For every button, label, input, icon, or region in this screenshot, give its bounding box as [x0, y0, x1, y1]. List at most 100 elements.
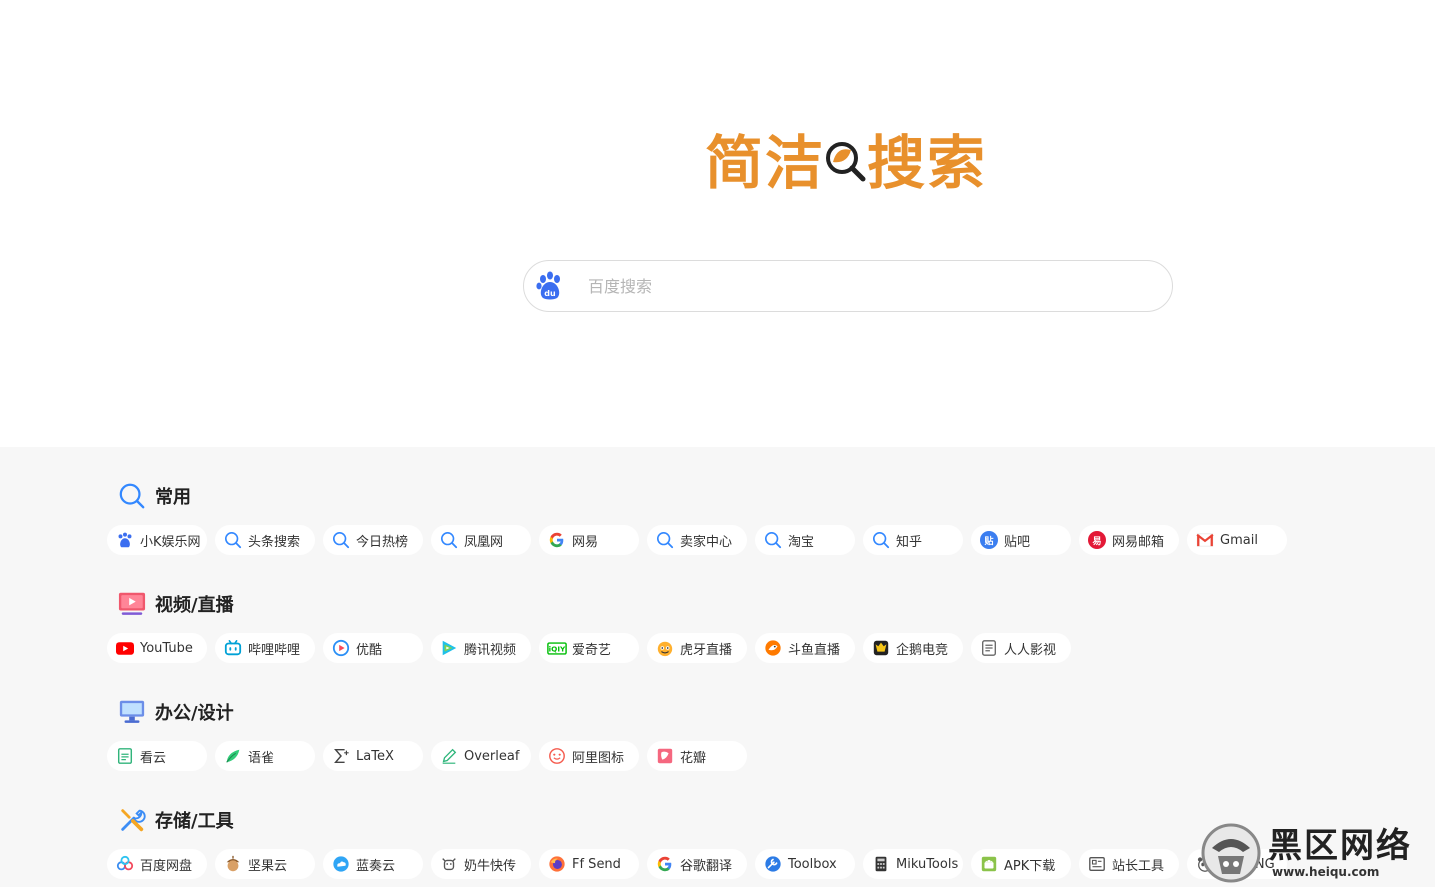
link-label: 网易: [572, 534, 599, 550]
link-label: 谷歌翻译: [680, 858, 733, 874]
link-youtube[interactable]: YouTube: [107, 633, 207, 663]
link-gmail[interactable]: Gmail: [1187, 525, 1287, 555]
link-jinri-rebang[interactable]: 今日热榜: [323, 525, 423, 555]
link-overleaf[interactable]: Overleaf: [431, 741, 531, 771]
link-toolbox[interactable]: Toolbox: [755, 849, 855, 879]
nut-cloud-icon: [223, 854, 243, 874]
link-ifeng[interactable]: 凤凰网: [431, 525, 531, 555]
search-icon: [117, 481, 147, 511]
link-netease[interactable]: 网易: [539, 525, 639, 555]
yuque-icon: [223, 746, 243, 766]
douyu-icon: [763, 638, 783, 658]
penguin-esports-icon: [871, 638, 891, 658]
link-label: 贴吧: [1004, 534, 1031, 550]
link-label: 坚果云: [248, 858, 288, 874]
firefox-icon: [547, 854, 567, 874]
link-label: MikuTools: [896, 856, 959, 872]
search-icon: [763, 530, 783, 550]
tools-icon: [117, 805, 147, 835]
link-huya[interactable]: 虎牙直播: [647, 633, 747, 663]
link-label: 网易邮箱: [1112, 534, 1165, 550]
huya-icon: [655, 638, 675, 658]
link-douyu[interactable]: 斗鱼直播: [755, 633, 855, 663]
section-header: 常用: [117, 480, 191, 512]
section-title: 存储/工具: [155, 811, 234, 832]
baidu-paw-icon: [115, 530, 135, 550]
hero-area: 简洁 搜索 du: [0, 0, 1435, 447]
link-label: 奶牛快传: [464, 858, 517, 874]
link-bilibili[interactable]: 哔哩哔哩: [215, 633, 315, 663]
section-header: 视频/直播: [117, 588, 234, 620]
link-huaban[interactable]: 花瓣: [647, 741, 747, 771]
search-box: du: [523, 260, 1173, 312]
baidu-netdisk-icon: [115, 854, 135, 874]
watermark-title: 黑区网络: [1268, 825, 1412, 866]
link-cowtransfer[interactable]: 奶牛快传: [431, 849, 531, 879]
link-zhihu[interactable]: 知乎: [863, 525, 963, 555]
google-g-icon: [547, 530, 567, 550]
link-tieba[interactable]: 贴贴吧: [971, 525, 1071, 555]
search-icon: [871, 530, 891, 550]
site-logo[interactable]: 简洁 搜索: [705, 120, 987, 197]
logo-text-right: 搜索: [867, 129, 988, 197]
youku-icon: [331, 638, 351, 658]
logo-text-left: 简洁: [705, 129, 826, 197]
section-title: 视频/直播: [155, 595, 234, 616]
link-apk-download[interactable]: APK下载: [971, 849, 1071, 879]
link-seller-center[interactable]: 卖家中心: [647, 525, 747, 555]
link-kancloud[interactable]: 看云: [107, 741, 207, 771]
search-icon: [439, 530, 459, 550]
link-youku[interactable]: 优酷: [323, 633, 423, 663]
link-label: 语雀: [248, 750, 275, 766]
link-yuque[interactable]: 语雀: [215, 741, 315, 771]
search-icon: [223, 530, 243, 550]
baidu-paw-icon[interactable]: du: [534, 270, 566, 302]
webmaster-icon: [1087, 854, 1107, 874]
search-input[interactable]: [588, 269, 1148, 303]
link-penguin-esports[interactable]: 企鹅电竞: [863, 633, 963, 663]
link-baidu-netdisk[interactable]: 百度网盘: [107, 849, 207, 879]
link-latex[interactable]: LaTeX: [323, 741, 423, 771]
link-xiaok[interactable]: 小K娱乐网: [107, 525, 207, 555]
link-label: 头条搜索: [248, 534, 301, 550]
link-label: 人人影视: [1004, 642, 1057, 658]
link-nutstore[interactable]: 坚果云: [215, 849, 315, 879]
link-label: 阿里图标: [572, 750, 625, 766]
link-label: 虎牙直播: [680, 642, 733, 658]
link-label: 斗鱼直播: [788, 642, 841, 658]
link-tencent-video[interactable]: 腾讯视频: [431, 633, 531, 663]
link-taobao[interactable]: 淘宝: [755, 525, 855, 555]
svg-text:iQIY: iQIY: [549, 644, 566, 653]
svg-text:du: du: [544, 289, 556, 298]
section-header: 存储/工具: [117, 804, 234, 836]
link-toutiao-search[interactable]: 头条搜索: [215, 525, 315, 555]
link-label: 淘宝: [788, 534, 815, 550]
link-webmaster-tools[interactable]: 站长工具: [1079, 849, 1179, 879]
video-icon: [117, 589, 147, 619]
link-label: 小K娱乐网: [140, 534, 201, 550]
link-iconfont[interactable]: 阿里图标: [539, 741, 639, 771]
link-label: 爱奇艺: [572, 642, 612, 658]
link-netease-mail[interactable]: 易网易邮箱: [1079, 525, 1179, 555]
search-icon: [655, 530, 675, 550]
link-label: YouTube: [140, 640, 193, 656]
cow-icon: [439, 854, 459, 874]
link-label: Ff Send: [572, 856, 621, 872]
sigma-icon: [331, 746, 351, 766]
link-renren[interactable]: 人人影视: [971, 633, 1071, 663]
link-label: 看云: [140, 750, 167, 766]
monitor-icon: [117, 697, 147, 727]
huaban-icon: [655, 746, 675, 766]
link-label: Gmail: [1220, 532, 1258, 548]
gmail-icon: [1195, 530, 1215, 550]
link-lanzou[interactable]: 蓝奏云: [323, 849, 423, 879]
google-g-icon: [655, 854, 675, 874]
netease-mail-icon: 易: [1087, 530, 1107, 550]
link-firefox-send[interactable]: Ff Send: [539, 849, 639, 879]
link-mikutools[interactable]: MikuTools: [863, 849, 963, 879]
link-iqiyi[interactable]: iQIY 爱奇艺: [539, 633, 639, 663]
lanzou-cloud-icon: [331, 854, 351, 874]
tencent-video-icon: [439, 638, 459, 658]
link-google-translate[interactable]: 谷歌翻译: [647, 849, 747, 879]
calculator-icon: [871, 854, 891, 874]
